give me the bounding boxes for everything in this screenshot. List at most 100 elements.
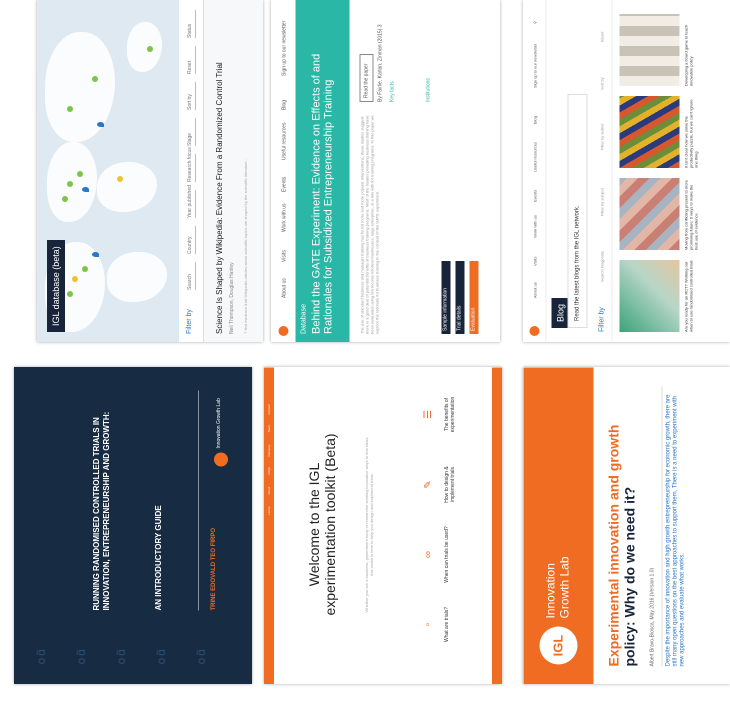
nav-faqs[interactable]: FAQs	[267, 466, 271, 474]
guide-subtitle: AN INTRODUCTORY GUIDE	[154, 504, 163, 610]
article-thumbnail[interactable]: IGL Innovation Growth Lab Experimental i…	[523, 367, 730, 684]
blog-card-title[interactable]: Developing a board game to teach innovat…	[683, 14, 693, 86]
nav-team[interactable]: Team	[267, 425, 271, 432]
institutions-heading: Institutions	[425, 78, 431, 102]
newsletter-link[interactable]: Sign up to our newsletter	[281, 21, 287, 76]
brand-line-2: Growth Lab	[557, 555, 571, 618]
step-label[interactable]: How to design & implement trials	[444, 454, 456, 514]
study-meta: Neil Thompson, Douglas Hanley	[229, 262, 235, 334]
filter-label: Filter by	[598, 307, 605, 332]
filter-search[interactable]: Search	[187, 262, 196, 290]
divider	[198, 390, 199, 610]
igl-logo-icon[interactable]	[278, 326, 288, 336]
nav-blog[interactable]: Blog	[281, 100, 287, 110]
blog-thumbnail[interactable]: About us Visits Work with us Events Usef…	[523, 0, 730, 342]
key-facts-heading: Key facts	[389, 81, 395, 102]
article-title: Experimental innovation and growth polic…	[605, 376, 637, 666]
step-label[interactable]: What are trials?	[444, 594, 450, 654]
filter-search[interactable]: Search blogposts	[599, 251, 604, 282]
igl-logo-icon[interactable]	[529, 326, 539, 336]
newsletter-link[interactable]: Sign up to our newsletter	[532, 44, 537, 88]
nav-events[interactable]: Events	[532, 190, 537, 202]
filter-reset[interactable]: Reset	[187, 46, 196, 74]
evaluation-button[interactable]: Evaluation	[469, 261, 478, 334]
nav-work[interactable]: Work with us	[281, 203, 287, 232]
hero-headline: Behind the GATE Experiment: Evidence on …	[310, 53, 334, 334]
nav-about[interactable]: About us	[532, 282, 537, 298]
intro-guide-thumbnail[interactable]: oɑ̃ oɑ̃ oɑ̃ oɑ̃ oɑ̃ RUNNING RANDOMISED C…	[14, 367, 252, 684]
blog-card-title[interactable]: Moving from conflicting present to more …	[683, 178, 698, 250]
blog-card-image[interactable]	[619, 260, 679, 332]
footer-bar	[492, 367, 502, 684]
filter-label: Filter by	[186, 309, 193, 334]
filter-bar: Filter by Search blogposts Filter by sub…	[593, 0, 612, 342]
filter-sort[interactable]: Sort by	[187, 82, 196, 110]
nav-visits[interactable]: Visits	[532, 257, 537, 266]
filter-subject[interactable]: Filter by subject	[599, 188, 604, 216]
article-header: IGL Innovation Growth Lab	[523, 367, 593, 684]
blog-badge: Blog	[551, 297, 569, 328]
site-nav: About us Visits Work with us Events Usef…	[523, 0, 546, 342]
read-paper-button[interactable]: Read the paper	[359, 54, 373, 102]
igl-pattern-icon: oɑ̃	[194, 646, 208, 664]
nav-resources[interactable]: Useful resources	[532, 142, 537, 172]
sample-info-button[interactable]: Sample information	[441, 261, 450, 334]
nav-blog[interactable]: Blog	[532, 116, 537, 124]
toolkit-title: Welcome to the IGL experimentation toolk…	[306, 432, 338, 616]
article-lede: Despite the importance of innovation and…	[665, 394, 685, 666]
checklist-icon[interactable]: ☰	[423, 409, 434, 419]
nav-events[interactable]: Events	[281, 177, 287, 192]
step-label[interactable]: The benefits of experimentation	[444, 384, 456, 444]
filter-reset[interactable]: Reset	[599, 32, 604, 42]
hero-kicker: Database	[300, 304, 307, 334]
nav-home[interactable]: Home	[267, 506, 271, 514]
filter-status[interactable]: Status	[187, 10, 196, 38]
share-icon[interactable]: ∞	[423, 549, 434, 559]
igl-logo-icon: IGL	[539, 626, 577, 664]
database-badge: IGL database (beta)	[47, 240, 65, 332]
blog-card-image[interactable]	[619, 178, 679, 250]
filter-year[interactable]: Year published	[187, 185, 196, 218]
igl-pattern-icon: oɑ̃	[114, 646, 128, 664]
site-nav: About us Visits Work with us Events Usef…	[271, 0, 296, 342]
database-thumbnail[interactable]: IGL database (beta) Filter by Search Cou…	[37, 0, 263, 342]
document-icon[interactable]: ▫	[423, 619, 434, 629]
trial-details-button[interactable]: Trial details	[455, 261, 464, 334]
filter-stage[interactable]: Stage	[187, 118, 196, 146]
blog-card-title[interactable]: Are you ready for an RCT? Working out wh…	[683, 260, 693, 332]
nav-about[interactable]: About us	[281, 278, 287, 298]
filter-bar: Filter by Search Country Year published …	[179, 0, 204, 342]
filter-research-focus[interactable]: Research focus	[187, 147, 196, 182]
pen-icon[interactable]: ✎	[423, 479, 434, 489]
nav-visits[interactable]: Visits	[281, 250, 287, 262]
brand-name: Innovation Growth Lab	[543, 556, 571, 618]
article-byline: Albert Bravo-Biosca, May 2016 (Version 1…	[649, 567, 655, 666]
guide-title: RUNNING RANDOMISED CONTROLLED TRIALS IN …	[92, 411, 111, 610]
blog-card-image[interactable]	[619, 96, 679, 168]
paper-authors: By Fairlie, Karlan, Zinman (2015) 3	[377, 24, 383, 102]
nav-resources[interactable]: Useful resources	[281, 122, 287, 160]
world-map[interactable]: IGL database (beta)	[37, 0, 179, 342]
toolkit-thumbnail[interactable]: Home About FAQs Glossary Team Contact We…	[264, 367, 502, 684]
gate-experiment-thumbnail[interactable]: About us Visits Work with us Events Usef…	[271, 0, 500, 342]
study-description: "I find evidence that Wikipedia articles…	[243, 158, 248, 334]
study-title[interactable]: Science Is Shaped by Wikipedia: Evidence…	[215, 62, 224, 334]
nav-glossary[interactable]: Glossary	[267, 444, 271, 456]
filter-author[interactable]: Filter by author	[599, 123, 604, 150]
search-icon[interactable]: ⚲	[532, 21, 537, 24]
filter-country[interactable]: Country	[187, 226, 196, 254]
article-title-sub: policy: Why do we need it?	[621, 486, 637, 666]
blog-card-title[interactable]: It isn't clear how we solve the producti…	[683, 96, 698, 168]
guide-authors: TRINE EDOVALD TEO FIRPO	[211, 527, 217, 610]
blog-card-image[interactable]	[619, 14, 679, 86]
nav-work[interactable]: Work with us	[532, 215, 537, 238]
brand-name: Innovation Growth Lab	[216, 397, 222, 448]
divider	[661, 386, 662, 666]
nav-about[interactable]: About	[267, 486, 271, 494]
step-label[interactable]: When can trials be used?	[444, 524, 450, 584]
toolkit-subtitle: Whether you are a business, government b…	[364, 436, 374, 612]
article-body: The use of standard business and manager…	[359, 115, 379, 334]
filter-sort[interactable]: Sort by	[599, 77, 604, 90]
igl-pattern-icon: oɑ̃	[154, 646, 168, 664]
nav-contact[interactable]: Contact	[267, 404, 271, 414]
